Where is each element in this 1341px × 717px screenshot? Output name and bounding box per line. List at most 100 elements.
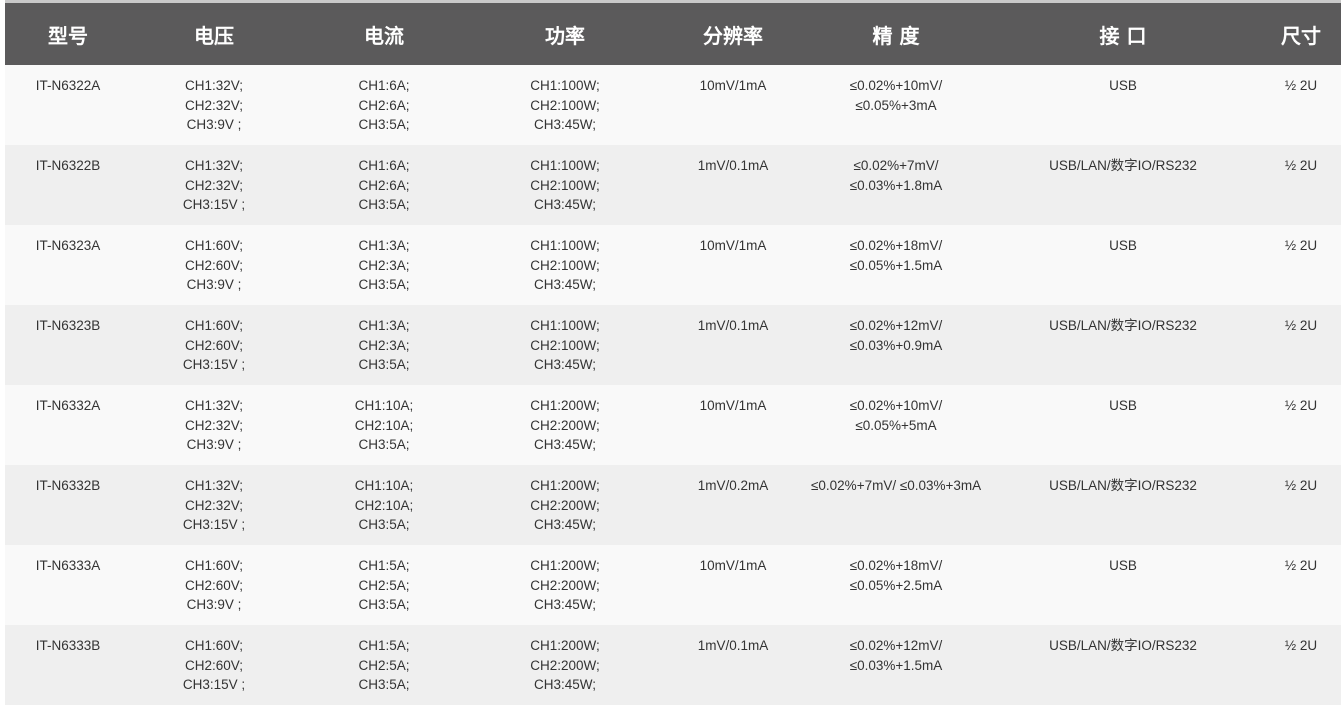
model-cell: IT-N6333A	[5, 545, 131, 625]
current-cell: CH1:5A; CH2:5A; CH3:5A;	[297, 625, 471, 705]
voltage-cell-line: CH3:9V ;	[186, 277, 242, 292]
voltage-cell-line: CH2:60V;	[184, 337, 244, 353]
current-cell-line: CH3:5A;	[358, 437, 410, 452]
current-cell: CH1:3A; CH2:3A; CH3:5A;	[297, 305, 471, 385]
model-cell: IT-N6333B	[5, 625, 131, 705]
header-current: 电流	[297, 3, 471, 65]
power-cell: CH1:100W; CH2:100W; CH3:45W;	[471, 305, 659, 385]
voltage-cell: CH1:32V; CH2:32V; CH3:15V ;	[131, 465, 297, 545]
power-cell-line: CH2:100W;	[530, 177, 600, 193]
power-cell-line: CH2:200W;	[530, 577, 600, 593]
size-cell: ½ 2U	[1261, 145, 1341, 225]
power-cell-line: CH1:200W;	[530, 638, 600, 653]
power-cell: CH1:200W; CH2:200W; CH3:45W;	[471, 545, 659, 625]
voltage-cell-line: CH2:32V;	[184, 497, 244, 513]
current-cell-line: CH1:5A;	[358, 638, 410, 653]
size-cell: ½ 2U	[1261, 65, 1341, 145]
header-model: 型号	[5, 3, 131, 65]
table-row: IT-N6332B CH1:32V; CH2:32V; CH3:15V ; CH1:10…	[5, 465, 1341, 545]
size-cell: ½ 2U	[1261, 465, 1341, 545]
accuracy-cell-line: ≤0.02%+10mV/	[849, 398, 943, 413]
accuracy-cell-line: ≤0.02%+10mV/	[849, 78, 943, 93]
voltage-cell-line: CH2:32V;	[184, 97, 244, 113]
current-cell-line: CH1:3A;	[358, 238, 410, 253]
accuracy-cell-line: ≤0.03%+1.8mA	[849, 177, 943, 193]
power-cell-line: CH3:45W;	[533, 277, 597, 292]
table-row: IT-N6332A CH1:32V; CH2:32V; CH3:9V ; CH1:10A…	[5, 385, 1341, 465]
interface-cell: USB	[985, 225, 1261, 305]
current-cell-line: CH3:5A;	[358, 117, 410, 132]
power-cell-line: CH3:45W;	[533, 597, 597, 612]
voltage-cell: CH1:60V; CH2:60V; CH3:9V ;	[131, 545, 297, 625]
accuracy-cell: ≤0.02%+18mV/ ≤0.05%+2.5mA	[807, 545, 985, 625]
current-cell-line: CH3:5A;	[358, 677, 410, 692]
table-header: 型号 电压 电流 功率 分辨率 精 度 接 口 尺寸	[5, 3, 1341, 65]
resolution-cell: 1mV/0.1mA	[659, 305, 807, 385]
current-cell-line: CH1:5A;	[358, 558, 410, 573]
voltage-cell-line: CH1:60V;	[184, 558, 244, 573]
power-cell-line: CH1:200W;	[530, 398, 600, 413]
current-cell-line: CH2:6A;	[358, 177, 410, 193]
current-cell-line: CH3:5A;	[358, 197, 410, 212]
voltage-cell: CH1:60V; CH2:60V; CH3:15V ;	[131, 305, 297, 385]
size-cell: ½ 2U	[1261, 545, 1341, 625]
current-cell-line: CH1:3A;	[358, 318, 410, 333]
power-cell-line: CH2:100W;	[530, 97, 600, 113]
resolution-cell: 10mV/1mA	[659, 545, 807, 625]
voltage-cell-line: CH1:32V;	[184, 78, 244, 93]
current-cell: CH1:3A; CH2:3A; CH3:5A;	[297, 225, 471, 305]
accuracy-cell-line: ≤0.05%+5mA	[855, 417, 937, 433]
table-row: IT-N6323A CH1:60V; CH2:60V; CH3:9V ; CH1:3A;…	[5, 225, 1341, 305]
table-body: IT-N6322A CH1:32V; CH2:32V; CH3:9V ; CH1:6A;…	[5, 65, 1341, 705]
power-cell-line: CH2:100W;	[530, 257, 600, 273]
resolution-cell: 10mV/1mA	[659, 65, 807, 145]
current-cell-line: CH1:6A;	[358, 78, 410, 93]
voltage-cell-line: CH2:60V;	[184, 257, 244, 273]
resolution-cell: 10mV/1mA	[659, 385, 807, 465]
resolution-cell: 1mV/0.2mA	[659, 465, 807, 545]
power-cell: CH1:100W; CH2:100W; CH3:45W;	[471, 65, 659, 145]
current-cell: CH1:6A; CH2:6A; CH3:5A;	[297, 65, 471, 145]
power-cell-line: CH3:45W;	[533, 517, 597, 532]
power-cell-line: CH1:100W;	[530, 238, 600, 253]
table-row: IT-N6333A CH1:60V; CH2:60V; CH3:9V ; CH1:5A;…	[5, 545, 1341, 625]
header-power: 功率	[471, 3, 659, 65]
voltage-cell-line: CH3:15V ;	[182, 197, 246, 212]
size-cell: ½ 2U	[1261, 625, 1341, 705]
accuracy-cell: ≤0.02%+10mV/ ≤0.05%+5mA	[807, 385, 985, 465]
table-row: IT-N6333B CH1:60V; CH2:60V; CH3:15V ; CH1:5A…	[5, 625, 1341, 705]
voltage-cell-line: CH3:15V ;	[182, 677, 246, 692]
voltage-cell-line: CH3:15V ;	[182, 517, 246, 532]
size-cell: ½ 2U	[1261, 305, 1341, 385]
power-cell-line: CH3:45W;	[533, 677, 597, 692]
voltage-cell-line: CH2:60V;	[184, 577, 244, 593]
header-interface: 接 口	[985, 3, 1261, 65]
current-cell-line: CH2:3A;	[358, 257, 410, 273]
power-cell-line: CH2:100W;	[530, 337, 600, 353]
resolution-cell: 1mV/0.1mA	[659, 625, 807, 705]
power-cell-line: CH1:100W;	[530, 318, 600, 333]
current-cell-line: CH2:5A;	[358, 657, 410, 673]
header-resolution: 分辨率	[659, 3, 807, 65]
power-cell-line: CH3:45W;	[533, 357, 597, 372]
voltage-cell-line: CH1:32V;	[184, 478, 244, 493]
accuracy-cell: ≤0.02%+7mV/ ≤0.03%+3mA	[807, 465, 985, 545]
accuracy-cell-line: ≤0.03%+0.9mA	[849, 337, 943, 353]
power-cell-line: CH1:100W;	[530, 158, 600, 173]
interface-cell: USB/LAN/数字IO/RS232	[985, 305, 1261, 385]
current-cell: CH1:6A; CH2:6A; CH3:5A;	[297, 145, 471, 225]
current-cell-line: CH3:5A;	[358, 357, 410, 372]
interface-cell: USB/LAN/数字IO/RS232	[985, 625, 1261, 705]
accuracy-cell-line: ≤0.02%+7mV/ ≤0.03%+3mA	[811, 478, 982, 493]
power-cell-line: CH1:100W;	[530, 78, 600, 93]
accuracy-cell-line: ≤0.05%+1.5mA	[849, 257, 943, 273]
model-cell: IT-N6323B	[5, 305, 131, 385]
accuracy-cell-line: ≤0.02%+12mV/	[849, 638, 943, 653]
current-cell: CH1:10A; CH2:10A; CH3:5A;	[297, 465, 471, 545]
power-cell: CH1:200W; CH2:200W; CH3:45W;	[471, 465, 659, 545]
voltage-cell-line: CH1:60V;	[184, 638, 244, 653]
current-cell-line: CH2:6A;	[358, 97, 410, 113]
voltage-cell-line: CH1:32V;	[184, 158, 244, 173]
header-size: 尺寸	[1261, 3, 1341, 65]
voltage-cell: CH1:32V; CH2:32V; CH3:9V ;	[131, 385, 297, 465]
